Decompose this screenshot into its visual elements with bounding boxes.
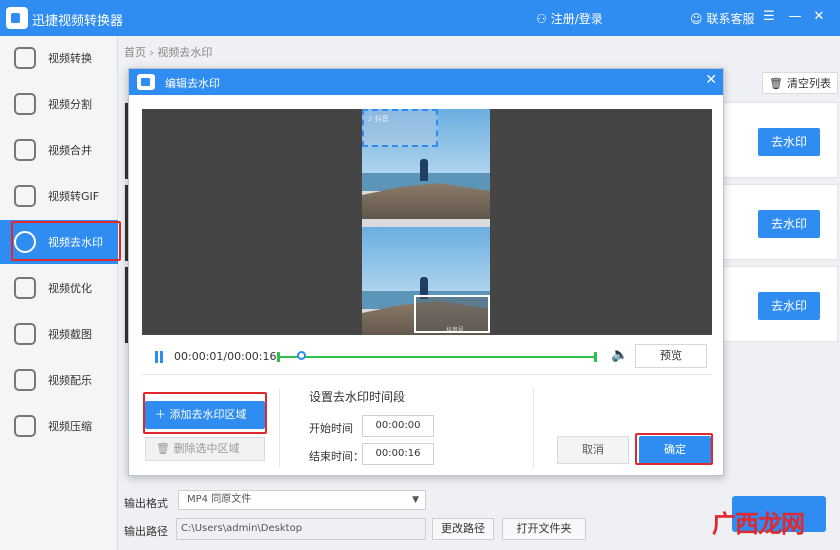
dialog-title: 编辑去水印: [165, 77, 220, 90]
clear-list-button[interactable]: 🗑 清空列表: [762, 72, 838, 94]
sidebar-item-video-convert[interactable]: 视频转换: [0, 38, 118, 78]
customer-service-link[interactable]: ☺ 联系客服: [690, 10, 755, 27]
chevron-down-icon: ▼: [412, 495, 419, 505]
watermark-selection-box[interactable]: ♪ 抖音: [362, 109, 438, 147]
user-icon: ⚇: [536, 11, 547, 26]
delete-selected-area-button[interactable]: 🗑 删除选中区域: [145, 437, 265, 461]
edit-watermark-dialog: 编辑去水印 ✕ ♪ 抖音 抖音号 00:00:01/00:00:16 🔈 预览: [128, 68, 724, 476]
video-merge-icon: [14, 139, 36, 161]
sidebar-item-video-merge[interactable]: 视频合并: [0, 130, 118, 170]
sidebar-item-video-compress[interactable]: 视频压缩: [0, 406, 118, 446]
sidebar-item-video-split[interactable]: 视频分割: [0, 84, 118, 124]
timeline-track[interactable]: [278, 356, 596, 358]
video-convert-icon: [14, 47, 36, 69]
confirm-button[interactable]: 确定: [639, 436, 711, 464]
customer-service-label: 联系客服: [706, 12, 755, 26]
minimize-icon[interactable]: —: [786, 8, 804, 26]
watermark-selection-box[interactable]: 抖音号: [414, 295, 490, 334]
video-camera-icon: [137, 74, 155, 90]
output-format-label: 输出格式: [124, 497, 168, 510]
divider: [533, 389, 534, 467]
gif-icon: [14, 185, 36, 207]
sidebar-item-label: 视频截图: [48, 328, 92, 341]
trash-icon: 🗑: [156, 442, 170, 455]
site-watermark-logo: 广西龙网: [712, 509, 805, 538]
sidebar-item-video-optimize[interactable]: 视频优化: [0, 268, 118, 308]
output-format-select[interactable]: MP4 同原文件 ▼: [178, 490, 426, 510]
sidebar-item-video-to-gif[interactable]: 视频转GIF: [0, 176, 118, 216]
sidebar-item-label: 视频去水印: [48, 236, 103, 249]
close-window-icon[interactable]: ✕: [810, 8, 828, 26]
chat-icon: ☺: [690, 11, 703, 26]
login-link[interactable]: ⚇ 注册/登录: [536, 10, 603, 27]
output-format-value: MP4 同原文件: [187, 494, 252, 505]
music-icon: [14, 369, 36, 391]
video-preview: ♪ 抖音 抖音号: [142, 109, 712, 335]
dialog-header: 编辑去水印 ✕: [129, 69, 723, 95]
time-segment-title: 设置去水印时间段: [309, 390, 406, 404]
sidebar-item-label: 视频转换: [48, 52, 92, 65]
start-time-input[interactable]: 00:00:00: [362, 415, 434, 437]
sidebar: 视频转换 视频分割 视频合并 视频转GIF 视频去水印 视频优化 视频截图 视频…: [0, 36, 118, 550]
compress-icon: [14, 415, 36, 437]
output-path-label: 输出路径: [124, 525, 168, 538]
open-folder-button[interactable]: 打开文件夹: [502, 518, 586, 540]
sidebar-item-label: 视频分割: [48, 98, 92, 111]
end-time-input[interactable]: 00:00:16: [362, 443, 434, 465]
title-bar: 迅捷视频转换器 ⚇ 注册/登录 ☺ 联系客服 ☰ — ✕: [0, 0, 840, 36]
sidebar-item-label: 视频转GIF: [48, 190, 100, 203]
range-end-handle[interactable]: [594, 352, 597, 362]
add-area-label: 添加去水印区域: [169, 408, 247, 421]
trash-icon: 🗑: [769, 76, 783, 90]
menu-icon[interactable]: ☰: [760, 8, 778, 26]
sidebar-item-remove-watermark[interactable]: 视频去水印: [0, 220, 118, 264]
player-controls: 00:00:01/00:00:16 🔈 预览: [142, 339, 712, 375]
sidebar-item-video-music[interactable]: 视频配乐: [0, 360, 118, 400]
video-optimize-icon: [14, 277, 36, 299]
breadcrumb-current: 视频去水印: [157, 46, 213, 59]
volume-icon[interactable]: 🔈: [611, 347, 628, 363]
screenshot-icon: [14, 323, 36, 345]
remove-watermark-button[interactable]: 去水印: [758, 292, 820, 320]
sidebar-item-label: 视频优化: [48, 282, 92, 295]
app-logo-icon: [6, 7, 28, 29]
video-split-icon: [14, 93, 36, 115]
playhead-handle[interactable]: [297, 351, 306, 360]
app-title: 迅捷视频转换器: [32, 14, 124, 29]
close-icon[interactable]: ✕: [705, 72, 717, 88]
plus-icon: ＋: [155, 408, 166, 421]
end-time-label: 结束时间：: [309, 450, 364, 463]
sidebar-item-label: 视频压缩: [48, 420, 92, 433]
clear-list-label: 清空列表: [786, 77, 831, 90]
sidebar-item-label: 视频配乐: [48, 374, 92, 387]
remove-watermark-button[interactable]: 去水印: [758, 210, 820, 238]
sidebar-item-label: 视频合并: [48, 144, 92, 157]
remove-watermark-button[interactable]: 去水印: [758, 128, 820, 156]
sidebar-item-video-screenshot[interactable]: 视频截图: [0, 314, 118, 354]
watermark-text: 抖音号: [446, 327, 465, 334]
breadcrumb-separator: ›: [149, 46, 154, 59]
breadcrumb: 首页 › 视频去水印: [124, 44, 212, 60]
breadcrumb-home[interactable]: 首页: [124, 46, 146, 59]
add-watermark-area-button[interactable]: ＋ 添加去水印区域: [145, 401, 265, 429]
watermark-text: ♪ 抖音: [368, 115, 389, 123]
time-display: 00:00:01/00:00:16: [174, 350, 277, 363]
delete-area-label: 删除选中区域: [173, 442, 240, 455]
change-path-button[interactable]: 更改路径: [432, 518, 494, 540]
output-path-input[interactable]: C:\Users\admin\Desktop: [176, 518, 426, 540]
login-label: 注册/登录: [550, 12, 603, 26]
pause-icon[interactable]: [154, 351, 164, 363]
divider: [279, 389, 280, 467]
start-time-label: 开始时间: [309, 422, 353, 435]
remove-watermark-icon: [14, 231, 36, 253]
cancel-button[interactable]: 取消: [557, 436, 629, 464]
preview-button[interactable]: 预览: [635, 344, 707, 368]
